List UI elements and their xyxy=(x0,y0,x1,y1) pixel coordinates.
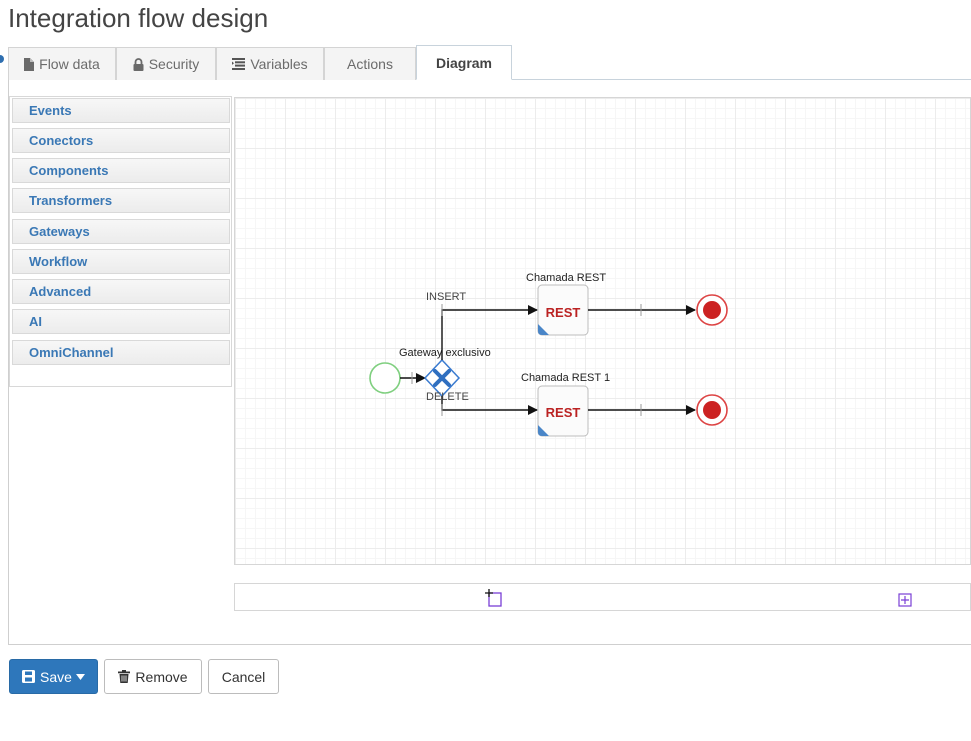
tab-security[interactable]: Security xyxy=(116,47,216,80)
palette-item-ai[interactable]: AI xyxy=(12,309,230,334)
tab-label: Diagram xyxy=(435,54,493,71)
tab-variables[interactable]: Variables xyxy=(216,47,324,80)
save-button[interactable]: Save xyxy=(9,659,98,694)
tab-label: Security xyxy=(148,56,200,72)
end-event-top[interactable] xyxy=(696,294,728,326)
file-icon xyxy=(24,57,35,71)
lock-icon xyxy=(133,57,144,71)
palette-item-workflow[interactable]: Workflow xyxy=(12,249,230,274)
expand-icon[interactable] xyxy=(898,593,912,607)
palette-item-events[interactable]: Events xyxy=(12,98,230,123)
tab-label: Variables xyxy=(250,56,308,72)
palette-item-gateways[interactable]: Gateways xyxy=(12,219,230,244)
task-top-label: Chamada REST xyxy=(526,272,606,284)
branch-insert-label: INSERT xyxy=(426,291,466,303)
save-label: Save xyxy=(40,668,72,685)
palette-item-conectors[interactable]: Conectors xyxy=(12,128,230,153)
diagram-svg: Gateway exclusivo INSERT DELETE Chamada … xyxy=(369,272,728,437)
palette-item-omnichannel[interactable]: OmniChannel xyxy=(12,340,230,365)
cancel-label: Cancel xyxy=(221,668,266,685)
cancel-button[interactable]: Cancel xyxy=(208,659,279,694)
caret-down-icon xyxy=(75,673,85,680)
diagram-outline[interactable] xyxy=(234,583,971,611)
rest-task-top[interactable]: REST xyxy=(537,284,589,336)
tab-label: Flow data xyxy=(39,56,100,72)
page-title: Integration flow design xyxy=(8,3,269,33)
tab-bar: Flow data Security Variables Actions Dia… xyxy=(8,45,512,80)
trash-icon xyxy=(118,670,131,683)
rest-icon: REST xyxy=(546,405,581,420)
gateway-label: Gateway exclusivo xyxy=(399,347,491,359)
element-palette: Events Conectors Components Transformers… xyxy=(9,96,232,387)
branch-delete-label: DELETE xyxy=(426,391,469,403)
list-icon xyxy=(232,58,246,70)
task-bottom-label: Chamada REST 1 xyxy=(521,372,610,384)
palette-item-components[interactable]: Components xyxy=(12,158,230,183)
end-event-bottom[interactable] xyxy=(696,394,728,426)
rest-icon: REST xyxy=(546,305,581,320)
remove-label: Remove xyxy=(135,668,188,685)
tab-flow-data[interactable]: Flow data xyxy=(8,47,116,80)
tab-label: Actions xyxy=(347,56,393,72)
tab-diagram[interactable]: Diagram xyxy=(416,45,512,80)
outline-svg xyxy=(485,589,912,607)
palette-item-transformers[interactable]: Transformers xyxy=(12,188,230,213)
viewport-marker-icon[interactable] xyxy=(485,589,502,607)
start-event[interactable] xyxy=(369,362,401,394)
edge-indicator xyxy=(0,55,4,63)
palette-item-advanced[interactable]: Advanced xyxy=(12,279,230,304)
diagram-canvas[interactable]: Gateway exclusivo INSERT DELETE Chamada … xyxy=(234,97,971,565)
remove-button[interactable]: Remove xyxy=(104,659,202,694)
rest-task-bottom[interactable]: REST xyxy=(537,385,589,437)
tab-actions[interactable]: Actions xyxy=(324,47,416,80)
floppy-disk-icon xyxy=(22,670,36,683)
